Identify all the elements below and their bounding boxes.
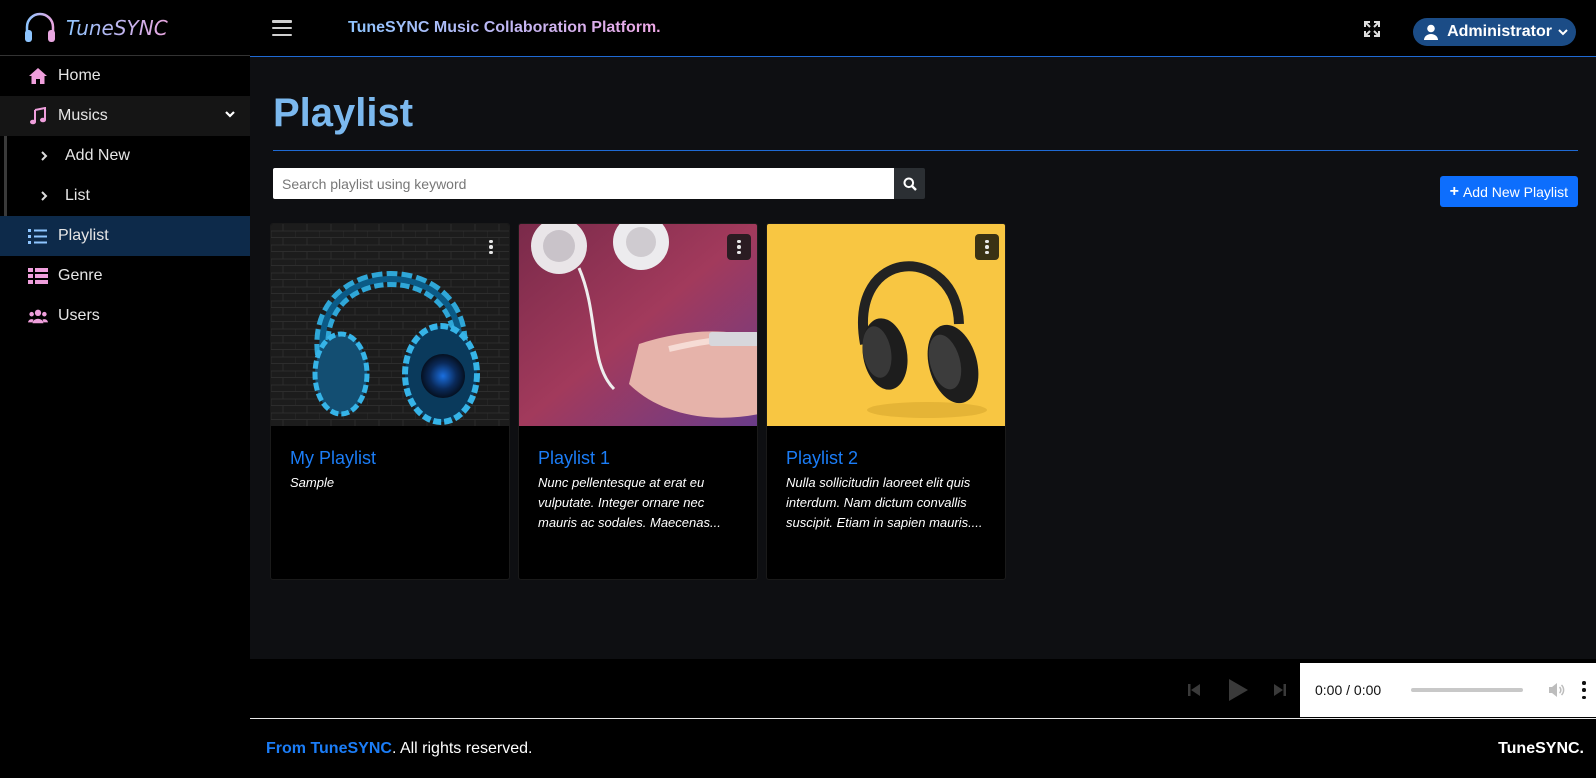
sidebar-item-add-new[interactable]: Add New: [7, 136, 250, 176]
user-icon: [1424, 24, 1439, 40]
playlist-cover-image: [271, 224, 509, 426]
sidebar-item-musics[interactable]: Musics: [0, 96, 250, 136]
sidebar-item-label: Playlist: [58, 227, 109, 244]
sidebar-item-users[interactable]: Users: [0, 296, 250, 336]
playlist-cover-image: [519, 224, 757, 426]
playlist-description: Nulla sollicitudin laoreet elit quis int…: [786, 475, 983, 530]
headphones-logo-icon: [25, 12, 55, 42]
brand[interactable]: TuneSYNC: [0, 0, 250, 56]
playlist-title[interactable]: Playlist 1: [538, 448, 741, 469]
playlist-card[interactable]: Playlist 2 Nulla sollicitudin laoreet el…: [766, 223, 1006, 580]
footer-rights-text: . All rights reserved.: [391, 740, 533, 757]
sidebar-item-playlist[interactable]: Playlist: [0, 216, 250, 256]
title-divider: [273, 150, 1578, 151]
chevron-down-icon: [225, 111, 235, 118]
main-content: Playlist + Add New Playlist: [250, 57, 1596, 659]
sidebar-item-genre[interactable]: Genre: [0, 256, 250, 296]
playlist-description: Nunc pellentesque at erat eu vulputate. …: [538, 475, 721, 530]
previous-track-icon[interactable]: [1186, 682, 1202, 698]
sidebar-item-label: List: [65, 187, 90, 204]
playlist-title[interactable]: Playlist 2: [786, 448, 989, 469]
list-icon: [28, 226, 48, 246]
musics-subnav: Add New List: [4, 136, 250, 216]
audio-more-options-icon[interactable]: [1581, 681, 1587, 699]
add-playlist-label: Add New Playlist: [1462, 183, 1568, 200]
footer: From TuneSYNC . All rights reserved. Tun…: [250, 720, 1596, 778]
app-title: TuneSYNC Music Collaboration Platform.: [348, 19, 661, 36]
sidebar: TuneSYNC Home Musics Add New List Playli…: [0, 0, 250, 778]
sidebar-item-label: Genre: [58, 267, 103, 284]
user-menu-label: Administrator: [1447, 23, 1552, 40]
sidebar-item-home[interactable]: Home: [0, 56, 250, 96]
chevron-right-icon: [39, 190, 53, 202]
audio-player: 0:00 / 0:00: [1300, 663, 1596, 717]
playlist-title[interactable]: My Playlist: [290, 448, 493, 469]
fullscreen-icon[interactable]: [1363, 20, 1381, 38]
search-icon: [903, 177, 917, 191]
brand-name: TuneSYNC: [66, 15, 168, 40]
search-bar: [273, 168, 925, 199]
sidebar-item-label: Add New: [65, 147, 130, 164]
playlist-description: Sample: [290, 475, 335, 490]
music-icon: [28, 106, 48, 126]
audio-time: 0:00 / 0:00: [1315, 682, 1382, 698]
search-input[interactable]: [273, 168, 894, 199]
sidebar-item-label: Users: [58, 307, 100, 324]
plus-icon: +: [1449, 182, 1459, 200]
next-track-icon[interactable]: [1272, 682, 1288, 698]
footer-brand-link[interactable]: From TuneSYNC: [266, 740, 392, 758]
sidebar-item-label: Home: [58, 67, 101, 84]
playlist-card[interactable]: Playlist 1 Nunc pellentesque at erat eu …: [518, 223, 758, 580]
card-options-icon[interactable]: [479, 234, 503, 260]
home-icon: [28, 66, 48, 86]
play-icon[interactable]: [1226, 678, 1250, 702]
audio-seek-bar[interactable]: [1411, 688, 1524, 692]
card-options-icon[interactable]: [975, 234, 999, 260]
table-list-icon: [28, 266, 48, 286]
topbar: TuneSYNC Music Collaboration Platform. A…: [250, 0, 1596, 57]
playlist-card[interactable]: My Playlist Sample: [270, 223, 510, 580]
chevron-right-icon: [39, 150, 53, 162]
search-button[interactable]: [894, 168, 925, 199]
sidebar-item-label: Musics: [58, 107, 108, 124]
playlist-cover-image: [767, 224, 1005, 426]
footer-right-brand: TuneSYNC.: [1498, 740, 1584, 757]
add-playlist-button[interactable]: + Add New Playlist: [1439, 176, 1578, 207]
menu-toggle-icon[interactable]: [272, 20, 292, 36]
sidebar-nav: Home Musics Add New List Playlist Genre …: [0, 56, 250, 336]
sidebar-item-list[interactable]: List: [7, 176, 250, 216]
users-icon: [28, 306, 48, 326]
user-menu-button[interactable]: Administrator: [1413, 18, 1576, 46]
playlist-grid: My Playlist Sample Playlist 1 Nunc pelle…: [270, 223, 1006, 580]
chevron-down-icon: [1558, 29, 1568, 36]
page-title: Playlist: [273, 91, 414, 135]
card-options-icon[interactable]: [727, 234, 751, 260]
volume-icon[interactable]: [1547, 681, 1565, 699]
